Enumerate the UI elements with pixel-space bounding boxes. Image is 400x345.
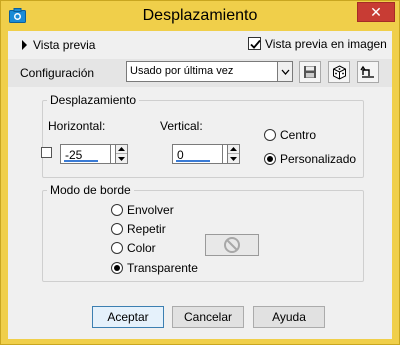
radio-repeat-circle[interactable]: [111, 223, 123, 235]
close-icon: ✕: [370, 4, 382, 20]
transparent-label: Transparente: [127, 261, 198, 275]
save-preset-button[interactable]: [299, 61, 321, 83]
edge-mode-legend: Modo de borde: [47, 183, 134, 197]
link-checkbox-box[interactable]: [41, 147, 52, 158]
horizontal-spinbox[interactable]: -25: [60, 144, 128, 164]
arrow-down-icon[interactable]: [228, 154, 239, 163]
radio-transparent-circle[interactable]: [111, 262, 123, 274]
arrow-up-icon[interactable]: [116, 145, 127, 154]
radio-custom-circle[interactable]: [264, 153, 276, 165]
expand-triangle-icon: [22, 40, 27, 50]
radio-center-circle[interactable]: [264, 129, 276, 141]
spin-divider: [110, 145, 111, 163]
wrap-label: Envolver: [127, 203, 174, 217]
spin-divider: [222, 145, 223, 163]
checkbox-box[interactable]: [248, 37, 261, 50]
radio-color-circle[interactable]: [111, 242, 123, 254]
save-preset-icon: [304, 66, 316, 78]
dice-randomize-icon: [332, 64, 346, 80]
close-button[interactable]: ✕: [357, 2, 395, 22]
horizontal-slider-bar[interactable]: [64, 160, 98, 162]
link-values-checkbox[interactable]: [41, 145, 56, 159]
arrow-up-icon[interactable]: [228, 145, 239, 154]
color-label: Color: [127, 241, 156, 255]
vertical-spinbox[interactable]: 0: [172, 144, 240, 164]
horizontal-arrows[interactable]: [115, 145, 127, 163]
checkmark-icon: [250, 39, 261, 49]
arrow-down-icon[interactable]: [116, 154, 127, 163]
preview-toggle-label: Vista previa: [33, 38, 96, 52]
vertical-label: Vertical:: [160, 119, 203, 133]
window-title: Desplazamiento: [142, 7, 258, 24]
preview-in-image-label: Vista previa en imagen: [265, 37, 387, 51]
vertical-slider-bar[interactable]: [176, 160, 210, 162]
repeat-radio[interactable]: Repetir: [111, 222, 166, 236]
help-button[interactable]: Ayuda: [253, 306, 325, 328]
title-bar[interactable]: Desplazamiento ✕: [1, 1, 399, 31]
ok-button[interactable]: Aceptar: [92, 306, 164, 328]
displacement-legend: Desplazamiento: [47, 93, 140, 107]
wrap-radio[interactable]: Envolver: [111, 203, 174, 217]
randomize-button[interactable]: [328, 61, 350, 83]
dialog-client: Vista previa Vista previa en imagen Conf…: [8, 31, 392, 339]
radio-wrap-circle[interactable]: [111, 204, 123, 216]
repeat-label: Repetir: [127, 222, 166, 236]
vertical-arrows[interactable]: [227, 145, 239, 163]
preview-in-image-checkbox[interactable]: Vista previa en imagen: [248, 37, 387, 51]
custom-label: Personalizado: [280, 152, 357, 166]
custom-radio[interactable]: Personalizado: [264, 152, 356, 166]
chevron-down-icon[interactable]: [277, 62, 292, 81]
preset-combobox-value: Usado por última vez: [130, 65, 234, 77]
preset-combobox[interactable]: Usado por última vez: [126, 61, 293, 82]
preview-toggle[interactable]: Vista previa: [22, 38, 95, 52]
dialog-window: Desplazamiento ✕ Vista previa Vista prev…: [0, 0, 400, 345]
reset-default-button[interactable]: [357, 61, 379, 83]
reset-default-icon: [360, 65, 374, 78]
edge-mode-group: Modo de borde: [42, 183, 364, 282]
color-radio[interactable]: Color: [111, 241, 156, 255]
horizontal-label: Horizontal:: [48, 119, 106, 133]
color-swatch[interactable]: [205, 234, 259, 256]
transparent-radio[interactable]: Transparente: [111, 261, 198, 275]
cancel-button[interactable]: Cancelar: [172, 306, 244, 328]
config-label: Configuración: [20, 66, 95, 80]
center-label: Centro: [280, 128, 317, 142]
no-color-icon: [224, 237, 240, 253]
center-radio[interactable]: Centro: [264, 128, 316, 142]
